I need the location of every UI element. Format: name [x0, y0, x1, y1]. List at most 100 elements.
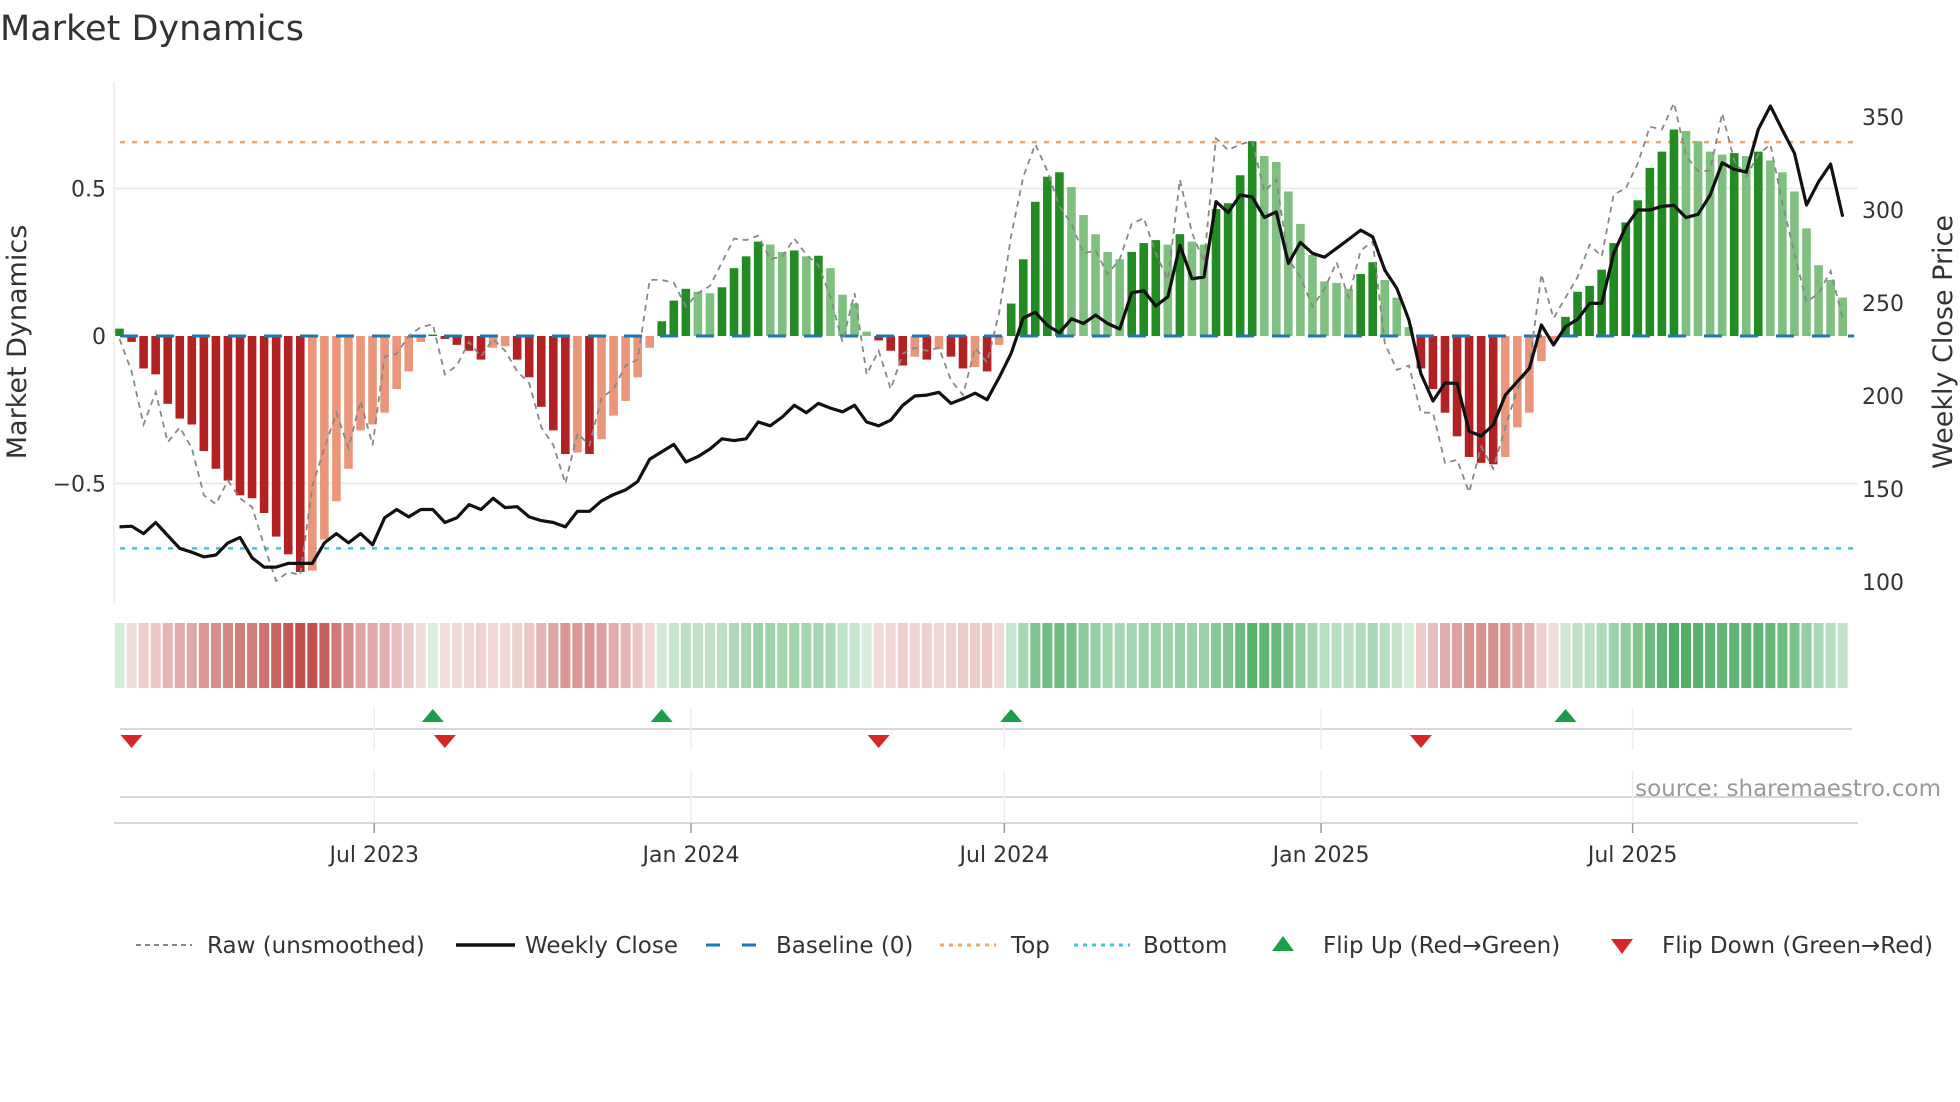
heat-cell [1548, 623, 1559, 688]
legend-label-raw: Raw (unsmoothed) [207, 933, 425, 959]
legend-label-flip-up: Flip Up (Red→Green) [1323, 933, 1560, 959]
bar [693, 291, 703, 336]
bar [549, 336, 558, 431]
heat-cell [753, 623, 764, 688]
bar [175, 336, 185, 419]
heat-cell [1524, 623, 1535, 688]
heat-cell [379, 623, 390, 688]
heat-cell [1415, 623, 1426, 688]
heat-cell [1801, 623, 1812, 688]
heat-cell [295, 623, 306, 688]
flip-up-marker [1000, 709, 1023, 722]
heat-cell [584, 623, 595, 688]
bar [1079, 215, 1088, 336]
bar [1067, 187, 1076, 336]
heat-cell [1837, 623, 1848, 688]
chart-title: Market Dynamics [0, 9, 304, 49]
heat-cell [355, 623, 366, 688]
heat-cell [1427, 623, 1438, 688]
bar [536, 336, 546, 407]
heat-strip [114, 623, 1848, 688]
bar [1741, 156, 1751, 336]
bar [1802, 228, 1811, 336]
y2-tick-label: 150 [1862, 478, 1904, 503]
heat-cell [1693, 623, 1704, 688]
bar [247, 336, 257, 499]
heat-cell [945, 623, 956, 688]
heat-cell [1729, 623, 1740, 688]
bar [223, 336, 233, 481]
flip-up-marker [421, 709, 444, 722]
heat-cell [1018, 623, 1029, 688]
bar [862, 331, 871, 336]
heat-cell [114, 623, 125, 688]
legend-flip-up-icon [1272, 936, 1294, 951]
bar [621, 336, 630, 401]
heat-cell [1632, 623, 1643, 688]
heat-cell [1042, 623, 1053, 688]
flip-panel: Jul 2023 Jan 2024 Jul 2024 Jan 2025 Jul 2025 [114, 708, 1858, 868]
y-tick-label: 0.5 [71, 178, 106, 203]
heat-cell [1668, 623, 1679, 688]
heat-cell [500, 623, 511, 688]
heat-cell [548, 623, 559, 688]
heat-cell [1066, 623, 1077, 688]
heat-cell [427, 623, 438, 688]
bar [368, 336, 377, 425]
heat-cell [1403, 623, 1414, 688]
bar [151, 336, 160, 375]
heat-cell [1452, 623, 1463, 688]
heat-cell [1753, 623, 1764, 688]
bar [1464, 336, 1474, 457]
bar [139, 336, 148, 369]
heat-cell [620, 623, 631, 688]
heat-cell [1608, 623, 1619, 688]
heat-cell [933, 623, 944, 688]
heat-cell [1223, 623, 1234, 688]
legend-label-baseline: Baseline (0) [776, 933, 913, 959]
flip-down-marker [867, 735, 890, 748]
heat-cell [1500, 623, 1511, 688]
heat-cell [488, 623, 499, 688]
heat-cell [897, 623, 908, 688]
bar [1392, 297, 1402, 336]
heat-cell [1512, 623, 1523, 688]
heat-cell [813, 623, 824, 688]
heat-cell [1789, 623, 1800, 688]
heat-cell [1440, 623, 1451, 688]
bar [645, 336, 654, 348]
heat-cell [873, 623, 884, 688]
heat-cell [1536, 623, 1547, 688]
bar [1308, 254, 1317, 336]
bar [332, 336, 341, 502]
heat-cell [1090, 623, 1101, 688]
bar [271, 336, 281, 537]
bar [1633, 200, 1643, 336]
bar [295, 336, 305, 572]
flip-down-marker [120, 735, 143, 748]
bar [657, 321, 667, 336]
bar [500, 336, 510, 347]
heat-cell [391, 623, 402, 688]
flip-up-marker [650, 709, 673, 722]
flip-up-marker [1554, 709, 1577, 722]
heat-cell [560, 623, 571, 688]
bar [1621, 222, 1631, 336]
legend-label-top: Top [1010, 933, 1050, 959]
x-tick-label: Jul 2024 [958, 843, 1050, 868]
legend-label-bottom: Bottom [1143, 933, 1227, 959]
heat-cell [729, 623, 740, 688]
y-tick-label: −0.5 [53, 473, 106, 498]
heat-cell [1741, 623, 1752, 688]
heat-cell [982, 623, 993, 688]
bar [1091, 234, 1100, 336]
y2-tick-label: 250 [1862, 292, 1904, 317]
heat-cell [608, 623, 619, 688]
heat-cell [476, 623, 487, 688]
y2-tick-label: 200 [1862, 385, 1904, 410]
bar [1790, 191, 1799, 336]
bar [320, 336, 329, 540]
heat-cell [1476, 623, 1487, 688]
heat-cell [186, 623, 197, 688]
bar [717, 287, 727, 336]
